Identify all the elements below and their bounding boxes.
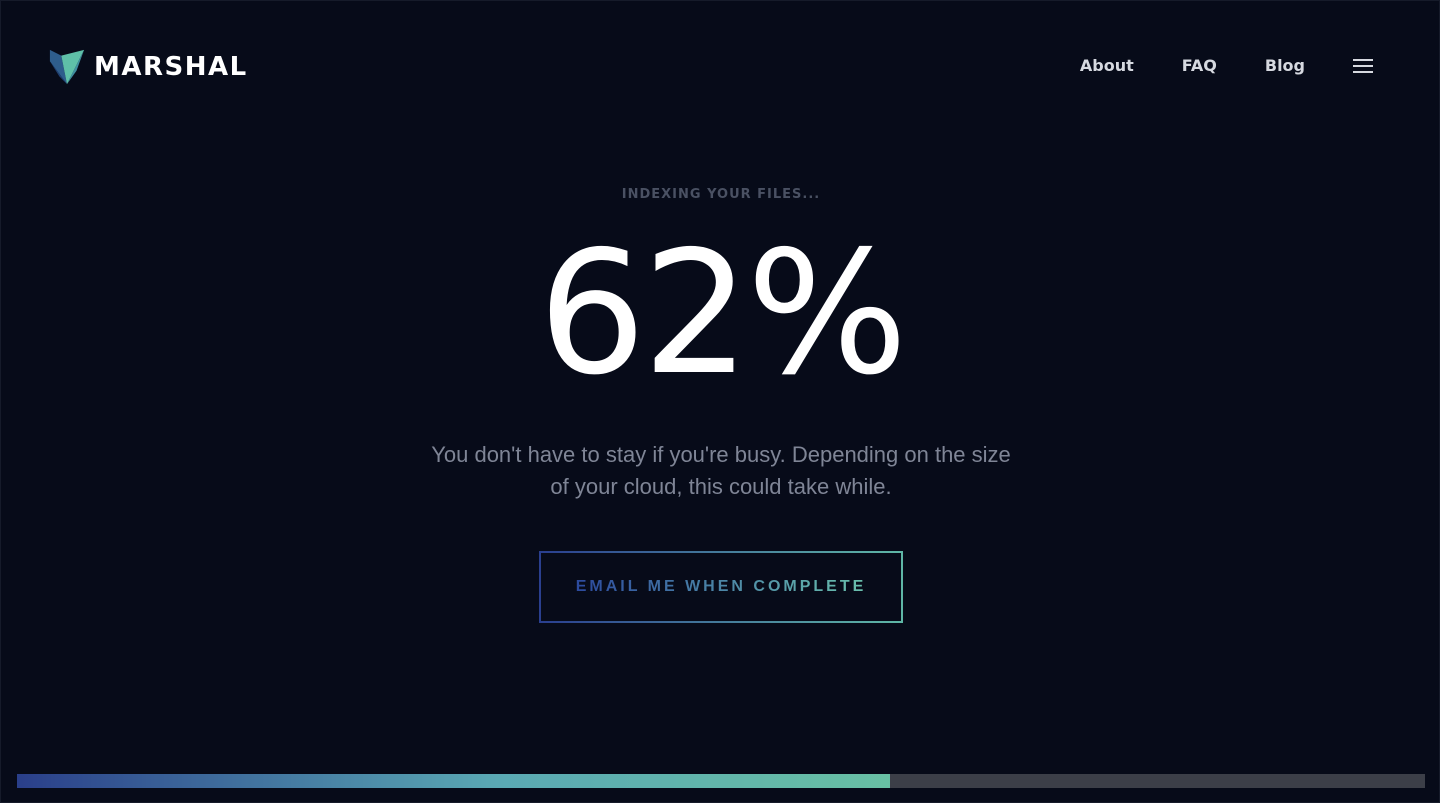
brand-logo[interactable]: MARSHAL [48,48,248,86]
email-me-button[interactable]: EMAIL ME WHEN COMPLETE [539,551,903,623]
nav-faq-link[interactable]: FAQ [1182,58,1217,74]
status-eyebrow: INDEXING YOUR FILES... [621,187,821,202]
progress-bar-fill [17,774,890,788]
app-frame: MARSHAL About FAQ Blog INDEXING YOUR FIL… [0,0,1440,803]
progress-percent: 62% [538,215,908,413]
brand-name: MARSHAL [94,52,248,82]
progress-bar-track [17,774,1425,788]
hamburger-menu-icon[interactable] [1353,59,1373,73]
email-me-button-label: EMAIL ME WHEN COMPLETE [575,578,867,595]
status-description: You don't have to stay if you're busy. D… [431,442,1011,499]
nav-blog-link[interactable]: Blog [1265,58,1305,74]
marshal-shield-logo-icon [49,49,85,85]
top-nav: About FAQ Blog [1080,53,1439,79]
nav-about-link[interactable]: About [1080,58,1134,74]
